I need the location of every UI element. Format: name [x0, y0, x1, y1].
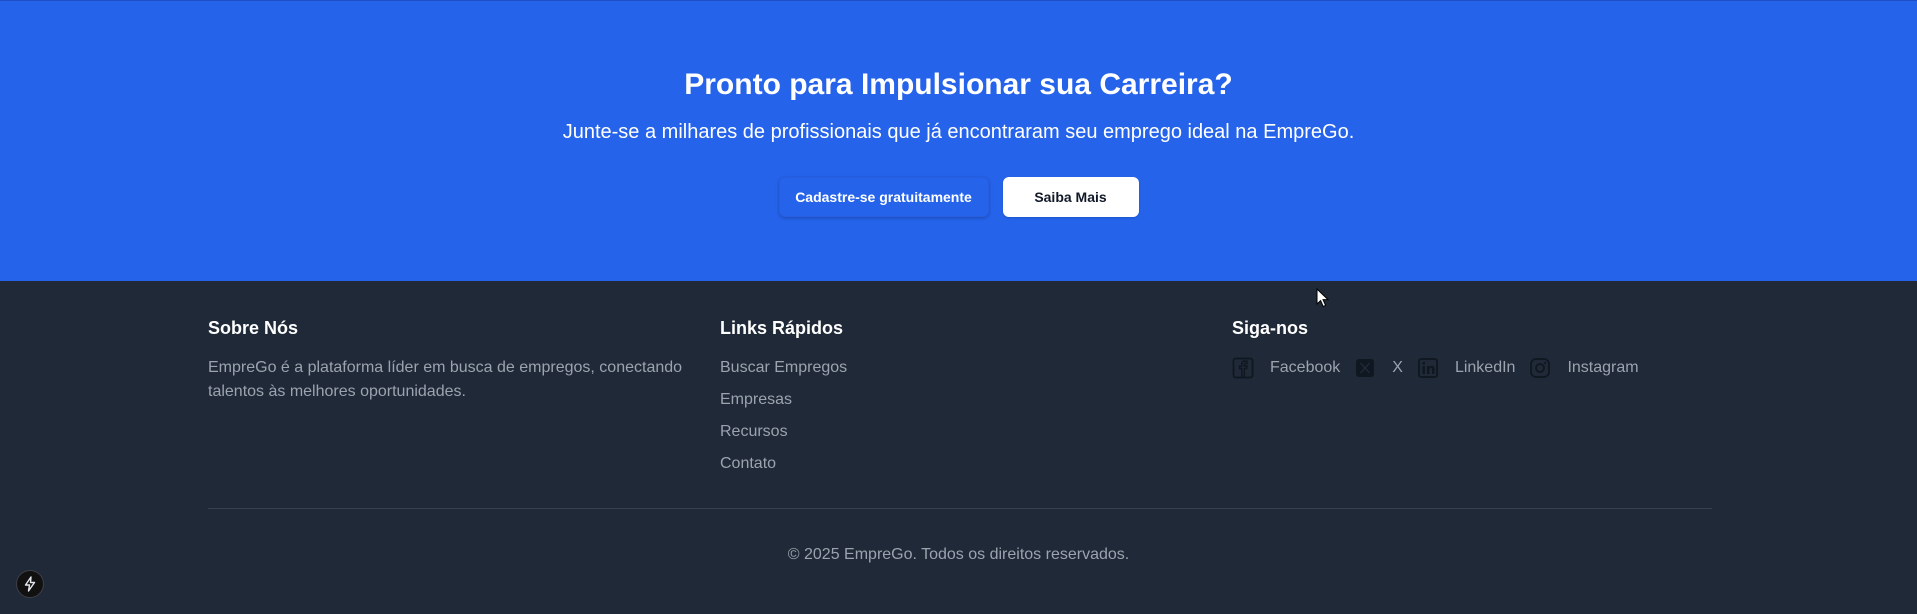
footer-divider [208, 508, 1712, 509]
facebook-icon [1232, 357, 1254, 379]
instagram-icon [1529, 357, 1551, 379]
cta-subtitle: Junte-se a milhares de profissionais que… [562, 121, 1355, 143]
learn-more-button[interactable]: Saiba Mais [1002, 177, 1139, 217]
social-instagram[interactable]: Instagram [1529, 357, 1639, 379]
quick-links-title: Links Rápidos [720, 318, 844, 338]
cta-title: Pronto para Impulsionar sua Carreira? [684, 68, 1233, 101]
cta-section: Pronto para Impulsionar sua Carreira? Ju… [0, 0, 1917, 281]
social-facebook[interactable]: Facebook [1232, 357, 1340, 379]
x-icon [1354, 357, 1376, 379]
cta-buttons: Cadastre-se gratuitamente Saiba Mais [0, 177, 1917, 217]
footer: Sobre Nós EmpreGo é a plataforma líder e… [0, 281, 1917, 614]
copyright-text: © 2025 EmpreGo. Todos os direitos reserv… [787, 546, 1130, 563]
social-title: Siga-nos [1232, 318, 1309, 338]
about-text: EmpreGo é a plataforma líder em busca de… [208, 359, 683, 400]
bolt-icon [24, 576, 36, 592]
social-linkedin[interactable]: LinkedIn [1417, 357, 1516, 379]
link-recursos[interactable]: Recursos [720, 422, 847, 442]
link-empresas[interactable]: Empresas [720, 390, 847, 410]
mouse-cursor-icon [1316, 287, 1330, 308]
signup-free-button[interactable]: Cadastre-se gratuitamente [778, 177, 989, 217]
quick-links-list: Buscar Empregos Empresas Recursos Contat… [720, 358, 847, 486]
linkedin-icon [1417, 357, 1439, 379]
social-instagram-label: Instagram [1567, 359, 1639, 376]
link-contato[interactable]: Contato [720, 454, 847, 474]
link-buscar-empregos[interactable]: Buscar Empregos [720, 358, 847, 378]
social-facebook-label: Facebook [1270, 359, 1341, 376]
social-x[interactable]: X [1354, 357, 1403, 379]
about-title: Sobre Nós [208, 318, 299, 338]
dev-tools-button[interactable] [16, 570, 44, 598]
social-links: Facebook X LinkedIn Instagram [1232, 356, 1653, 380]
social-x-label: X [1392, 359, 1403, 376]
social-linkedin-label: LinkedIn [1454, 359, 1516, 376]
